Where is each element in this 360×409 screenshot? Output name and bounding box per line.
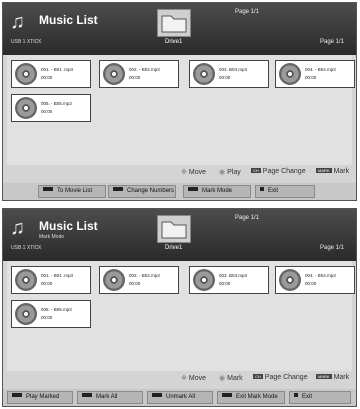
file-item[interactable]: 002. - B02.mp3 00:00 [99,60,179,88]
file-item[interactable]: 005. - B05.mp3 00:00 [11,300,91,328]
key-move: ✥ Move [181,375,206,382]
folder-icon[interactable] [157,9,191,37]
usb-device-label: USB 1 XTICK [11,245,42,251]
file-duration: 00:00 [41,109,53,114]
mark-mode-button[interactable]: Mark Mode [183,185,251,198]
mark-all-button[interactable]: Mark All [77,391,143,404]
mark-key-icon: MARK [316,374,332,379]
cd-icon [103,63,125,85]
file-name: 001. - B01 .mp3 [41,67,74,72]
drive-label: Drive1 [165,245,183,251]
file-name: 003. B03.mp3 [219,67,248,72]
unmark-all-button[interactable]: Unmark All [147,391,213,404]
green-key-icon [82,393,92,397]
cd-icon [193,269,215,291]
usb-device-label: USB 1 XTICK [11,39,42,45]
cd-icon [15,303,37,325]
yellow-key-icon [152,393,162,397]
file-duration: 00:00 [219,281,231,286]
exit-key-icon [294,393,298,397]
change-numbers-button[interactable]: Change Numbers [108,185,176,198]
button-bar: To Movie List Change Numbers Mark Mode E… [3,183,356,200]
key-page-change: CH Page Change [253,374,308,381]
file-name: 001. - B01 .mp3 [41,273,74,278]
cd-icon [103,269,125,291]
page-title: Music List [39,13,98,27]
file-item[interactable]: 001. - B01 .mp3 00:00 [11,60,91,88]
file-item[interactable]: 004. - B04.mp3 00:00 [275,60,355,88]
cd-icon [279,269,301,291]
file-duration: 00:00 [129,281,141,286]
to-movie-list-button[interactable]: To Movie List [38,185,106,198]
key-guide: ✥ Move ◉ Mark CH Page Change MARK Mark [3,374,356,386]
key-mark-ok: ◉ Mark [219,375,243,382]
exit-button[interactable]: Exit [255,185,315,198]
file-item[interactable]: 003. B03.mp3 00:00 [189,266,269,294]
file-duration: 00:00 [305,281,317,286]
music-list-screen-mark-mode: ♫ Music List Mark Mode USB 1 XTICK Drive… [2,208,357,407]
ch-key-icon: CH [253,374,263,379]
file-duration: 00:00 [41,75,53,80]
file-item[interactable]: 005. - B05.mp3 00:00 [11,94,91,122]
cd-icon [15,97,37,119]
mode-subtitle: Mark Mode [39,234,65,240]
cd-icon [15,63,37,85]
green-key-icon [113,187,123,191]
page-indicator: Page 1/1 [320,39,345,45]
key-guide: ✥ Move ◉ Play CH Page Change MARK Mark [3,168,356,180]
ch-key-icon: CH [251,168,261,173]
exit-mark-mode-button[interactable]: Exit Mark Mode [217,391,285,404]
exit-button[interactable]: Exit [289,391,351,404]
file-duration: 00:00 [219,75,231,80]
red-key-icon [12,393,22,397]
cd-icon [193,63,215,85]
file-grid: 001. - B01 .mp3 00:00 002. - B02.mp3 00:… [7,55,355,165]
file-name: 002. - B02.mp3 [129,273,160,278]
file-name: 003. B03.mp3 [219,273,248,278]
music-note-icon: ♫ [10,11,25,33]
ok-button-icon: ◉ [219,169,226,176]
music-note-icon: ♫ [10,217,25,239]
key-move: ✥ Move [181,169,206,176]
page-indicator-top: Page 1/1 [235,9,260,15]
exit-key-icon [260,187,264,191]
cd-icon [279,63,301,85]
page-indicator-top: Page 1/1 [235,215,260,221]
file-item[interactable]: 004. - B04.mp3 00:00 [275,266,355,294]
file-duration: 00:00 [305,75,317,80]
button-bar: Play Marked Mark All Unmark All Exit Mar… [3,389,356,406]
file-duration: 00:00 [41,281,53,286]
key-page-change: CH Page Change [251,168,306,175]
file-grid: 001. - B01 .mp3 00:00 002. - B02.mp3 00:… [7,261,355,371]
header-bar: ♫ Music List USB 1 XTICK Drive1 Page 1/1… [3,3,356,55]
file-name: 005. - B05.mp3 [41,307,72,312]
drive-label: Drive1 [165,39,183,45]
yellow-key-icon [188,187,198,191]
folder-icon[interactable] [157,215,191,243]
key-mark: MARK Mark [316,374,350,381]
file-name: 004. - B04.mp3 [305,67,336,72]
ok-button-icon: ◉ [219,375,226,382]
page-indicator: Page 1/1 [320,245,345,251]
file-name: 004. - B04.mp3 [305,273,336,278]
cd-icon [15,269,37,291]
play-marked-button[interactable]: Play Marked [7,391,73,404]
file-item[interactable]: 003. B03.mp3 00:00 [189,60,269,88]
file-item[interactable]: 001. - B01 .mp3 00:00 [11,266,91,294]
red-key-icon [43,187,53,191]
music-list-screen-normal: ♫ Music List USB 1 XTICK Drive1 Page 1/1… [2,2,357,201]
file-item[interactable]: 002. - B02.mp3 00:00 [99,266,179,294]
file-name: 002. - B02.mp3 [129,67,160,72]
key-play: ◉ Play [219,169,241,176]
page-title: Music List [39,219,98,233]
dpad-icon: ✥ [181,375,187,382]
header-bar: ♫ Music List Mark Mode USB 1 XTICK Drive… [3,209,356,261]
file-duration: 00:00 [41,315,53,320]
file-duration: 00:00 [129,75,141,80]
mark-key-icon: MARK [316,168,332,173]
dpad-icon: ✥ [181,169,187,176]
file-name: 005. - B05.mp3 [41,101,72,106]
blue-key-icon [222,393,232,397]
key-mark: MARK Mark [316,168,350,175]
